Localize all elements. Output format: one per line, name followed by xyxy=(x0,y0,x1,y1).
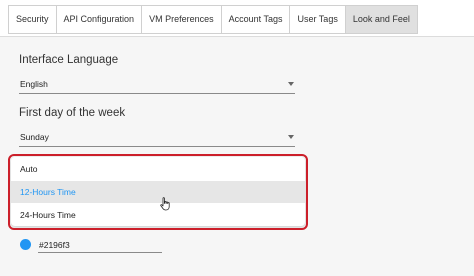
tab-api-configuration[interactable]: API Configuration xyxy=(55,5,142,34)
tab-security[interactable]: Security xyxy=(8,5,56,34)
theme-color-input[interactable]: #2196f3 xyxy=(38,238,162,253)
tab-vm-preferences[interactable]: VM Preferences xyxy=(141,5,221,34)
settings-tab-bar: Security API Configuration VM Preference… xyxy=(0,0,474,37)
first-day-of-week-select[interactable]: Sunday xyxy=(19,130,295,147)
option-auto[interactable]: Auto xyxy=(11,158,305,180)
first-day-of-week-value: Sunday xyxy=(20,132,49,142)
interface-language-label: Interface Language xyxy=(19,54,119,66)
interface-language-select[interactable]: English xyxy=(19,77,295,94)
interface-language-value: English xyxy=(20,79,48,89)
chevron-down-icon xyxy=(288,135,294,139)
chevron-down-icon xyxy=(288,82,294,86)
theme-color-value: #2196f3 xyxy=(39,240,70,250)
theme-color-swatch[interactable] xyxy=(20,239,31,250)
tab-look-and-feel[interactable]: Look and Feel xyxy=(344,5,418,34)
tab-user-tags[interactable]: User Tags xyxy=(289,5,345,34)
hand-pointer-cursor-icon xyxy=(160,197,170,211)
tab-account-tags[interactable]: Account Tags xyxy=(220,5,290,34)
tabs: Security API Configuration VM Preference… xyxy=(8,5,418,34)
time-format-dropdown-menu: Auto 12-Hours Time 24-Hours Time xyxy=(11,157,305,226)
first-day-of-week-label: First day of the week xyxy=(19,107,126,119)
